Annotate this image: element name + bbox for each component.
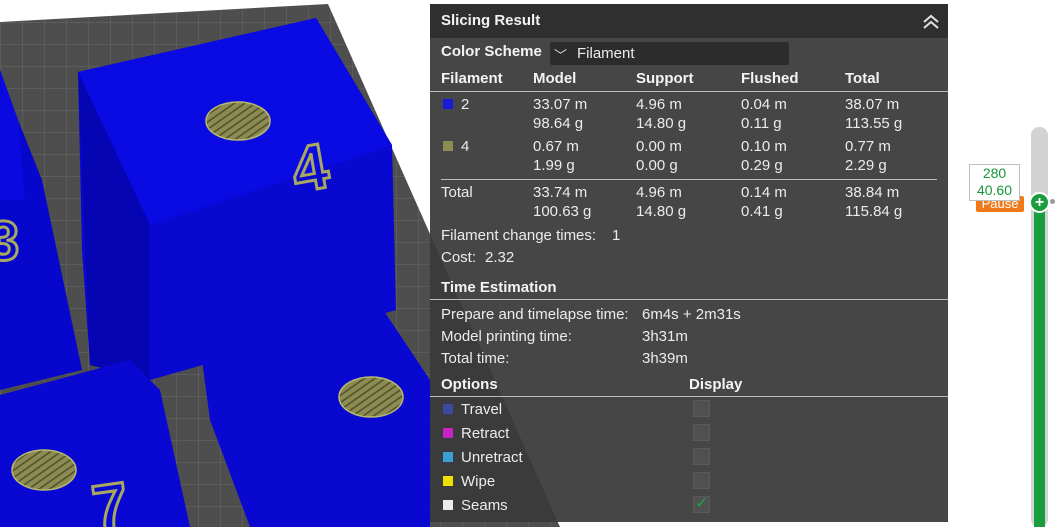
model-print-time-label: Model printing time:: [441, 328, 572, 345]
retract-swatch: [443, 428, 453, 438]
seams-swatch: [443, 500, 453, 510]
options-header: Options: [441, 376, 498, 393]
filament-change-value: 1: [612, 227, 621, 244]
wipe-swatch: [443, 476, 453, 486]
coil-disc: [11, 449, 77, 491]
prepare-time-label: Prepare and timelapse time:: [441, 306, 629, 323]
double-chevron-up-icon[interactable]: [920, 10, 942, 32]
filament-2-swatch: [443, 99, 453, 109]
total-model-length: 33.74 m: [533, 184, 588, 201]
filament-2-total-length: 38.07 m: [845, 96, 900, 113]
wipe-display-checkbox[interactable]: [693, 472, 710, 489]
travel-swatch: [443, 404, 453, 414]
time-estimation-title: Time Estimation: [441, 279, 557, 296]
filament-2-model-length: 33.07 m: [533, 96, 588, 113]
chevron-down-icon: ﹀: [554, 48, 568, 63]
total-time-label: Total time:: [441, 350, 510, 367]
color-scheme-label: Color Scheme: [441, 43, 542, 60]
col-header-total: Total: [845, 70, 880, 87]
filament-4-support-length: 0.00 m: [636, 138, 682, 155]
filament-2-flushed-length: 0.04 m: [741, 96, 787, 113]
color-scheme-value: Filament: [577, 45, 635, 62]
total-time-value: 3h39m: [642, 350, 688, 367]
filament-4-model-weight: 1.99 g: [533, 157, 575, 174]
filament-2-flushed-weight: 0.11 g: [741, 115, 782, 132]
travel-display-checkbox[interactable]: [693, 400, 710, 417]
display-header: Display: [689, 376, 743, 393]
total-support-length: 4.96 m: [636, 184, 682, 201]
filament-4-flushed-weight: 0.29 g: [741, 157, 783, 174]
col-header-flushed: Flushed: [741, 70, 799, 87]
option-unretract-label: Unretract: [461, 449, 523, 466]
color-scheme-dropdown[interactable]: ﹀ Filament: [550, 42, 789, 65]
filament-2-support-length: 4.96 m: [636, 96, 682, 113]
filament-4-total-length: 0.77 m: [845, 138, 891, 155]
divider: [430, 91, 948, 92]
layer-height: 40.60: [976, 182, 1013, 198]
slicing-result-panel: Slicing Result Color Scheme ﹀ Filament F…: [430, 4, 948, 522]
cost-value: 2.32: [485, 249, 515, 266]
total-flushed-length: 0.14 m: [741, 184, 787, 201]
col-header-model: Model: [533, 70, 577, 87]
slider-handle-dot: [1050, 199, 1055, 204]
unretract-display-checkbox[interactable]: [693, 448, 710, 465]
total-total-weight: 115.84 g: [845, 203, 903, 220]
filament-4-name: 4: [461, 138, 470, 155]
option-wipe-label: Wipe: [461, 473, 496, 490]
total-model-weight: 100.63 g: [533, 203, 592, 220]
filament-4-total-weight: 2.29 g: [845, 157, 887, 174]
option-seams-label: Seams: [461, 497, 508, 514]
divider: [441, 179, 937, 180]
filament-4-model-length: 0.67 m: [533, 138, 579, 155]
filament-change-label: Filament change times:: [441, 227, 597, 244]
col-header-support: Support: [636, 70, 694, 87]
plus-icon[interactable]: +: [1029, 192, 1050, 213]
total-flushed-weight: 0.41 g: [741, 203, 783, 220]
filament-2-total-weight: 113.55 g: [845, 115, 903, 132]
filament-2-model-weight: 98.64 g: [533, 115, 584, 132]
prepare-time-value: 6m4s + 2m31s: [642, 306, 741, 323]
panel-title: Slicing Result: [441, 12, 541, 29]
divider: [430, 396, 948, 397]
layer-number: 280: [982, 165, 1007, 181]
checkmark-icon: ✓: [695, 495, 709, 512]
coil-disc: [338, 376, 404, 418]
layer-readout: 280 40.60: [969, 164, 1020, 201]
option-retract-label: Retract: [461, 425, 510, 442]
filament-2-support-weight: 14.80 g: [636, 115, 687, 132]
total-support-weight: 14.80 g: [636, 203, 687, 220]
coil-disc: [205, 101, 271, 141]
divider: [430, 299, 948, 300]
total-row-label: Total: [441, 184, 473, 201]
seams-display-checkbox[interactable]: ✓: [693, 495, 710, 513]
col-header-filament: Filament: [441, 70, 503, 87]
filament-2-name: 2: [461, 96, 470, 113]
option-travel-label: Travel: [461, 401, 503, 418]
filament-4-flushed-length: 0.10 m: [741, 138, 787, 155]
filament-4-support-weight: 0.00 g: [636, 157, 678, 174]
filament-4-swatch: [443, 141, 453, 151]
panel-header: Slicing Result: [430, 4, 948, 38]
retract-display-checkbox[interactable]: [693, 424, 710, 441]
total-total-length: 38.84 m: [845, 184, 900, 201]
digit-3-emboss: 3: [0, 209, 19, 272]
unretract-swatch: [443, 452, 453, 462]
model-print-time-value: 3h31m: [642, 328, 688, 345]
cost-label: Cost:: [441, 249, 477, 266]
layer-slider-fill: [1034, 203, 1045, 527]
